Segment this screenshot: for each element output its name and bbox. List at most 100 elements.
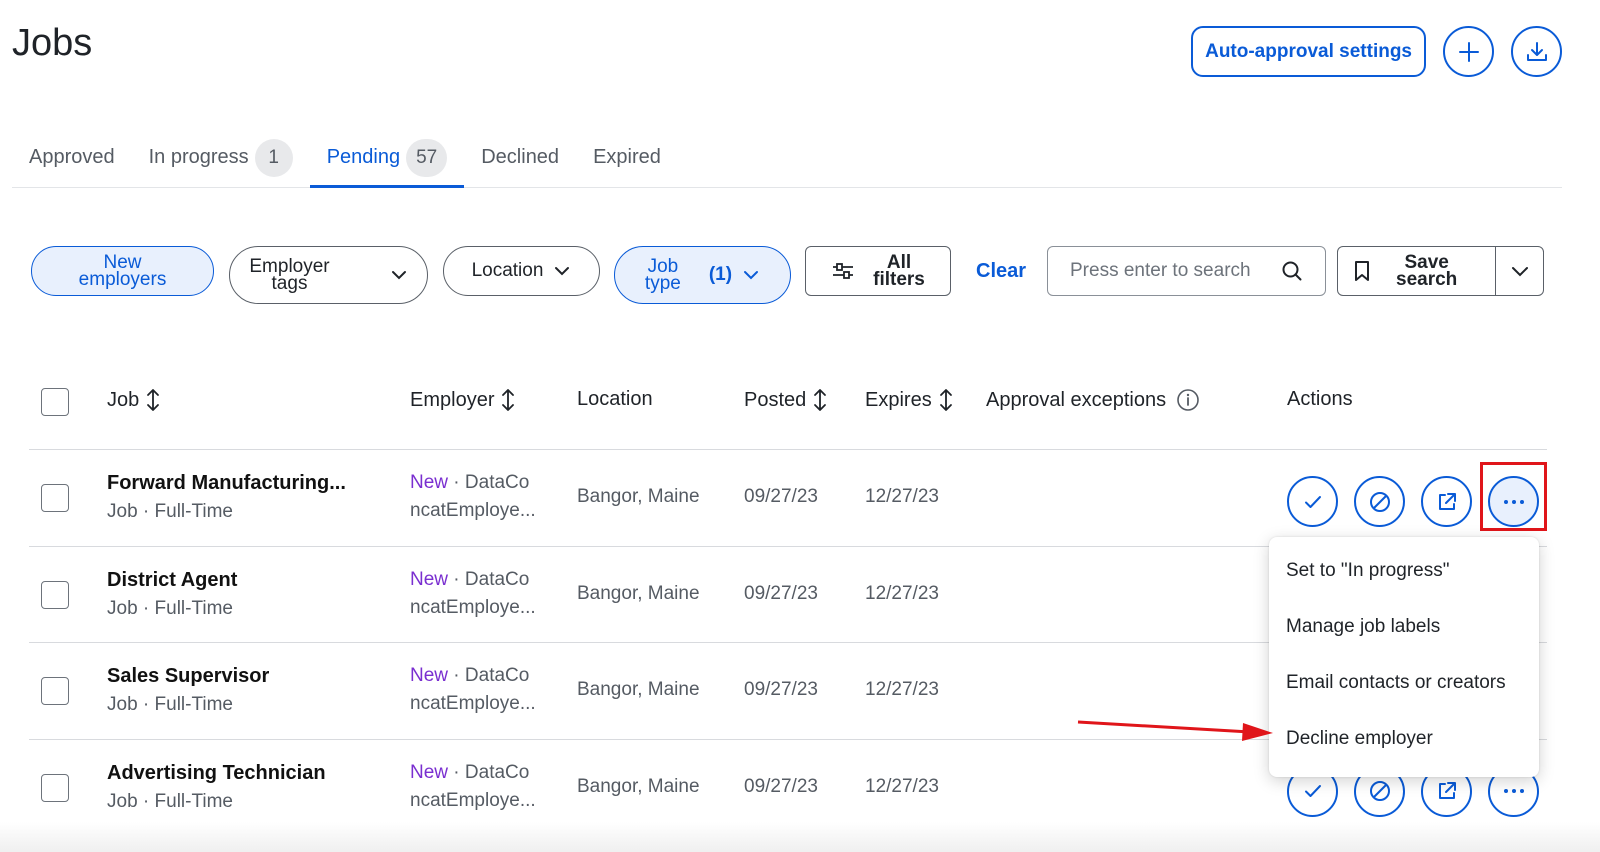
employer-cell: New · DataCo ncatEmploye... bbox=[410, 665, 536, 715]
column-header-posted[interactable]: Posted bbox=[744, 388, 828, 412]
menu-item-email-contacts[interactable]: Email contacts or creators bbox=[1269, 655, 1539, 711]
auto-approval-settings-button[interactable]: Auto-approval settings bbox=[1191, 26, 1426, 77]
column-header-actions: Actions bbox=[1287, 388, 1353, 411]
job-meta: Job · Full-Time bbox=[107, 790, 233, 812]
search-placeholder: Press enter to search bbox=[1070, 260, 1251, 281]
job-cell: District Agent Job · Full-Time bbox=[107, 569, 237, 620]
download-button[interactable] bbox=[1511, 26, 1562, 77]
tab-label: Expired bbox=[593, 146, 661, 168]
column-label: Expires bbox=[865, 388, 932, 411]
menu-item-manage-job-labels[interactable]: Manage job labels bbox=[1269, 599, 1539, 655]
new-employers-filter[interactable]: New employers bbox=[31, 246, 214, 296]
tab-in-progress[interactable]: In progress 1 bbox=[132, 128, 310, 187]
tab-label: Approved bbox=[29, 146, 115, 168]
tab-count-badge: 1 bbox=[254, 138, 293, 177]
row-checkbox[interactable] bbox=[41, 773, 69, 802]
clear-filters-link[interactable]: Clear bbox=[976, 260, 1026, 283]
posted-cell: 09/27/23 bbox=[744, 775, 818, 797]
download-icon bbox=[1526, 41, 1547, 61]
expires-cell: 12/27/23 bbox=[865, 775, 939, 797]
column-label: Approval exceptions bbox=[986, 388, 1167, 411]
block-icon bbox=[1369, 781, 1390, 801]
column-label: Location bbox=[577, 388, 653, 410]
location-cell: Bangor, Maine bbox=[577, 486, 700, 507]
external-link-icon bbox=[1438, 782, 1456, 799]
check-icon bbox=[1304, 495, 1321, 508]
job-cell: Forward Manufacturing... Job · Full-Time bbox=[107, 472, 346, 523]
all-filters-button[interactable]: All filters bbox=[805, 246, 951, 296]
plus-icon bbox=[1458, 41, 1479, 62]
employer-tags-filter[interactable]: Employer tags bbox=[229, 246, 428, 304]
sort-icon bbox=[814, 389, 827, 411]
approve-button[interactable] bbox=[1287, 476, 1338, 527]
job-meta: Job · Full-Time bbox=[107, 501, 233, 522]
row-checkbox[interactable] bbox=[41, 484, 69, 512]
more-actions-menu: Set to "In progress" Manage job labels E… bbox=[1269, 537, 1539, 777]
employer-cell: New · DataCo ncatEmploye... bbox=[410, 762, 536, 812]
bottom-fade bbox=[0, 822, 1600, 852]
job-meta: Job · Full-Time bbox=[107, 597, 233, 619]
column-header-employer[interactable]: Employer bbox=[410, 388, 516, 412]
chevron-down-icon bbox=[744, 271, 759, 280]
job-title-link[interactable]: Sales Supervisor bbox=[107, 665, 269, 688]
location-cell: Bangor, Maine bbox=[577, 775, 700, 797]
annotation-highlight-box bbox=[1480, 462, 1547, 531]
info-icon[interactable] bbox=[1176, 388, 1200, 412]
column-header-job[interactable]: Job bbox=[107, 388, 161, 412]
select-all-checkbox[interactable] bbox=[41, 388, 69, 416]
header-actions: Auto-approval settings bbox=[1191, 26, 1562, 77]
employer-name: · DataCo bbox=[448, 568, 530, 590]
employer-name-cont: ncatEmploye... bbox=[410, 500, 536, 521]
row-checkbox[interactable] bbox=[41, 580, 69, 609]
block-icon bbox=[1369, 491, 1390, 512]
column-label: Employer bbox=[410, 388, 495, 411]
sort-icon bbox=[939, 389, 952, 411]
chevron-down-icon bbox=[391, 271, 406, 280]
table-row: Forward Manufacturing... Job · Full-Time … bbox=[29, 450, 1547, 547]
tab-label: Declined bbox=[481, 146, 560, 168]
decline-button[interactable] bbox=[1354, 476, 1405, 527]
filter-label: Location bbox=[471, 260, 544, 281]
menu-item-decline-employer[interactable]: Decline employer bbox=[1269, 711, 1539, 767]
tab-approved[interactable]: Approved bbox=[12, 128, 132, 187]
more-horizontal-icon bbox=[1503, 789, 1524, 793]
search-input[interactable]: Press enter to search bbox=[1047, 246, 1326, 296]
employer-name: · DataCo bbox=[448, 761, 530, 783]
sort-icon bbox=[502, 389, 515, 411]
filter-count: (1) bbox=[708, 264, 733, 285]
job-type-filter[interactable]: Job type (1) bbox=[614, 246, 791, 304]
save-search-dropdown-button[interactable] bbox=[1496, 261, 1543, 281]
employer-name: · DataCo bbox=[448, 472, 530, 493]
tab-expired[interactable]: Expired bbox=[576, 128, 678, 187]
tab-declined[interactable]: Declined bbox=[464, 128, 576, 187]
chevron-down-icon bbox=[1511, 267, 1528, 277]
table-header: Job Employer Location Posted Expires App… bbox=[29, 362, 1547, 450]
location-filter[interactable]: Location bbox=[443, 246, 600, 296]
job-title-link[interactable]: Advertising Technician bbox=[107, 762, 326, 785]
column-header-expires[interactable]: Expires bbox=[865, 388, 954, 412]
chevron-down-icon bbox=[555, 267, 570, 276]
filter-label: tags bbox=[271, 273, 308, 294]
employer-name-cont: ncatEmploye... bbox=[410, 693, 536, 714]
menu-item-set-in-progress[interactable]: Set to "In progress" bbox=[1269, 543, 1539, 599]
sliders-icon bbox=[833, 263, 854, 279]
column-label: Posted bbox=[744, 388, 807, 411]
job-title-link[interactable]: Forward Manufacturing... bbox=[107, 472, 346, 495]
status-tabs: Approved In progress 1 Pending 57 Declined… bbox=[12, 128, 1562, 188]
job-title-link[interactable]: District Agent bbox=[107, 569, 237, 592]
tab-label: In progress bbox=[148, 146, 249, 168]
expires-cell: 12/27/23 bbox=[865, 679, 939, 700]
save-search-button[interactable]: Save search bbox=[1338, 247, 1496, 295]
tab-pending[interactable]: Pending 57 bbox=[309, 128, 465, 188]
column-header-approval-exceptions: Approval exceptions bbox=[986, 388, 1200, 412]
open-external-button[interactable] bbox=[1421, 476, 1472, 527]
bookmark-icon bbox=[1355, 261, 1369, 281]
job-meta: Job · Full-Time bbox=[107, 694, 233, 715]
employer-cell: New · DataCo ncatEmploye... bbox=[410, 472, 536, 522]
employer-name-cont: ncatEmploye... bbox=[410, 596, 536, 618]
posted-cell: 09/27/23 bbox=[744, 582, 818, 604]
row-checkbox[interactable] bbox=[41, 677, 69, 705]
filter-label: type bbox=[644, 273, 681, 294]
add-job-button[interactable] bbox=[1443, 26, 1494, 77]
posted-cell: 09/27/23 bbox=[744, 486, 818, 507]
